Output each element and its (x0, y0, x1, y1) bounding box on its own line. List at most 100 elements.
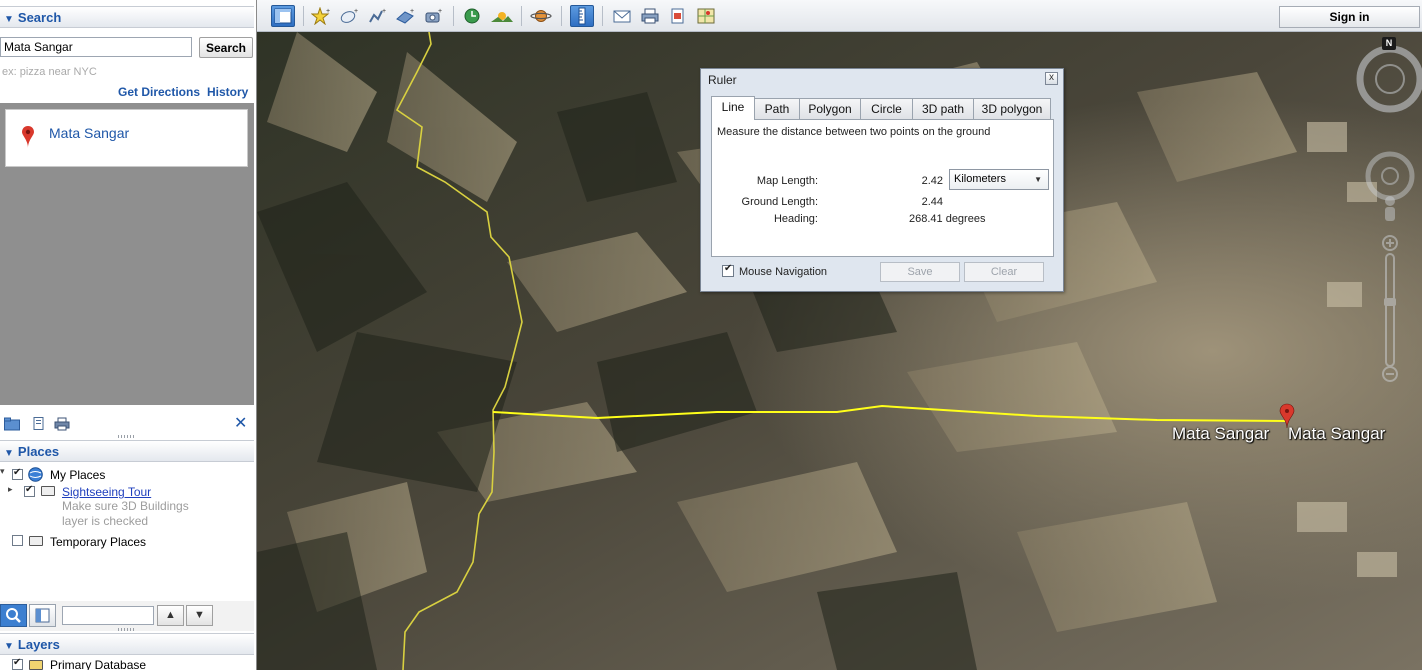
map-length-label: Map Length: (756, 175, 818, 187)
my-places-checkbox[interactable] (12, 467, 23, 480)
resize-grip[interactable] (118, 435, 134, 438)
save-button[interactable]: Save (880, 262, 960, 282)
tour-search-field[interactable] (62, 606, 154, 625)
sidebar-toggle-button[interactable] (271, 5, 295, 27)
collapse-triangle-icon[interactable]: ▼ (4, 641, 14, 652)
path-add-icon: + (369, 8, 386, 23)
get-directions-link[interactable]: Get Directions (118, 85, 200, 99)
places-panel-header[interactable]: ▼ Places (0, 440, 254, 462)
email-button[interactable] (610, 5, 634, 27)
tab-circle[interactable]: Circle (860, 98, 913, 119)
switch-planet-button[interactable] (529, 5, 553, 27)
tree-item-sightseeing-tour[interactable]: ▸ Sightseeing Tour (0, 483, 254, 499)
expand-arrow-icon[interactable]: ▾ (0, 466, 5, 477)
record-tour-button[interactable]: + (421, 5, 445, 27)
search-results-area: Mata Sangar (0, 103, 254, 405)
move-down-button[interactable]: ▼ (186, 605, 213, 626)
history-link[interactable]: History (207, 85, 248, 99)
toggle-panel-button[interactable] (29, 604, 56, 627)
ruler-close-button[interactable]: x (1045, 72, 1058, 85)
view-in-maps-button[interactable] (694, 5, 718, 27)
tree-item-my-places[interactable]: ▾ My Places (0, 466, 254, 483)
temporary-places-label: Temporary Places (50, 535, 147, 549)
add-placemark-button[interactable]: + (309, 5, 333, 27)
dropdown-arrow-icon: ▼ (1034, 175, 1042, 184)
tour-note: Make sure 3D Buildings layer is checked (62, 499, 189, 528)
search-result-item[interactable]: Mata Sangar (5, 109, 248, 167)
resize-grip[interactable] (118, 628, 134, 631)
tab-line[interactable]: Line (711, 96, 755, 120)
add-polygon-button[interactable]: + (337, 5, 361, 27)
search-input[interactable] (0, 37, 192, 57)
copy-icon[interactable] (31, 417, 47, 431)
tab-3d-path[interactable]: 3D path (912, 98, 974, 119)
clear-button[interactable]: Clear (964, 262, 1044, 282)
arrow-up-icon: ▲ (165, 609, 176, 621)
print-button[interactable] (638, 5, 662, 27)
placemark-label[interactable]: Mata Sangar (1288, 424, 1385, 444)
save-image-button[interactable] (666, 5, 690, 27)
mouse-navigation-checkbox[interactable] (722, 263, 734, 277)
sightseeing-tour-link[interactable]: Sightseeing Tour (62, 485, 151, 499)
email-icon (613, 10, 631, 23)
search-result-title[interactable]: Mata Sangar (49, 125, 129, 141)
main-toolbar: + + + + + Sign in (257, 0, 1422, 32)
search-panel-header[interactable]: ▼ Search (0, 6, 254, 28)
ground-length-label: Ground Length: (741, 196, 818, 208)
expand-arrow-icon[interactable]: ▸ (8, 484, 13, 495)
add-path-button[interactable]: + (365, 5, 389, 27)
close-panel-icon[interactable]: ✕ (234, 413, 247, 433)
planet-icon (530, 10, 552, 22)
sunlight-button[interactable] (490, 5, 514, 27)
street-view-pegman-icon[interactable] (1385, 196, 1395, 221)
sun-icon (491, 12, 513, 22)
placemark-label[interactable]: Mata Sangar (1172, 424, 1269, 444)
compass-ring[interactable] (1356, 45, 1422, 113)
unit-select[interactable]: Kilometers ▼ (949, 169, 1049, 190)
placemark-add-icon: + (311, 7, 330, 25)
unit-select-value: Kilometers (954, 173, 1006, 185)
historical-imagery-button[interactable] (460, 5, 484, 27)
search-hint: ex: pizza near NYC (2, 66, 97, 78)
ruler-button[interactable] (570, 5, 594, 27)
tab-polygon[interactable]: Polygon (799, 98, 861, 119)
layers-panel-header[interactable]: ▼ Layers (0, 633, 254, 655)
places-toolbar (0, 410, 254, 436)
save-image-icon (671, 8, 684, 24)
print-icon[interactable] (54, 417, 70, 431)
primary-database-checkbox[interactable] (12, 657, 23, 670)
tab-3d-polygon[interactable]: 3D polygon (973, 98, 1051, 119)
collapse-triangle-icon[interactable]: ▼ (4, 448, 14, 459)
heading-value: 268.41 degrees (909, 213, 986, 225)
sign-in-button[interactable]: Sign in (1279, 6, 1420, 28)
map-length-value: 2.42 (921, 175, 943, 187)
svg-text:+: + (326, 8, 330, 15)
add-folder-icon[interactable] (4, 417, 20, 431)
move-up-button[interactable]: ▲ (157, 605, 184, 626)
mouse-navigation-label[interactable]: Mouse Navigation (739, 266, 827, 278)
camera-icon: + (425, 8, 442, 23)
tree-item-temporary-places[interactable]: Temporary Places (0, 533, 254, 549)
collapse-triangle-icon[interactable]: ▼ (4, 14, 14, 25)
sightseeing-tour-checkbox[interactable] (24, 484, 35, 497)
zoom-slider[interactable] (1382, 235, 1398, 382)
my-places-label: My Places (50, 468, 106, 482)
heading-label: Heading: (773, 213, 818, 225)
move-joystick[interactable] (1365, 151, 1415, 201)
clock-globe-icon (464, 8, 480, 24)
search-places-button[interactable] (0, 604, 27, 627)
places-header-label: Places (17, 444, 60, 459)
sidebar-icon (274, 8, 292, 24)
tour-controls-bar: ▲ ▼ (0, 601, 254, 631)
look-joystick[interactable] (1375, 64, 1405, 94)
tab-path[interactable]: Path (754, 98, 800, 119)
temporary-places-checkbox[interactable] (12, 535, 23, 546)
ruler-description: Measure the distance between two points … (717, 126, 991, 138)
compass-north-icon[interactable]: N (1382, 37, 1396, 50)
placemark-pin-icon (22, 126, 34, 148)
svg-text:+: + (354, 8, 358, 15)
search-button[interactable]: Search (199, 37, 253, 58)
image-overlay-icon: + (396, 8, 414, 24)
add-image-overlay-button[interactable]: + (393, 5, 417, 27)
printer-icon (641, 8, 659, 24)
